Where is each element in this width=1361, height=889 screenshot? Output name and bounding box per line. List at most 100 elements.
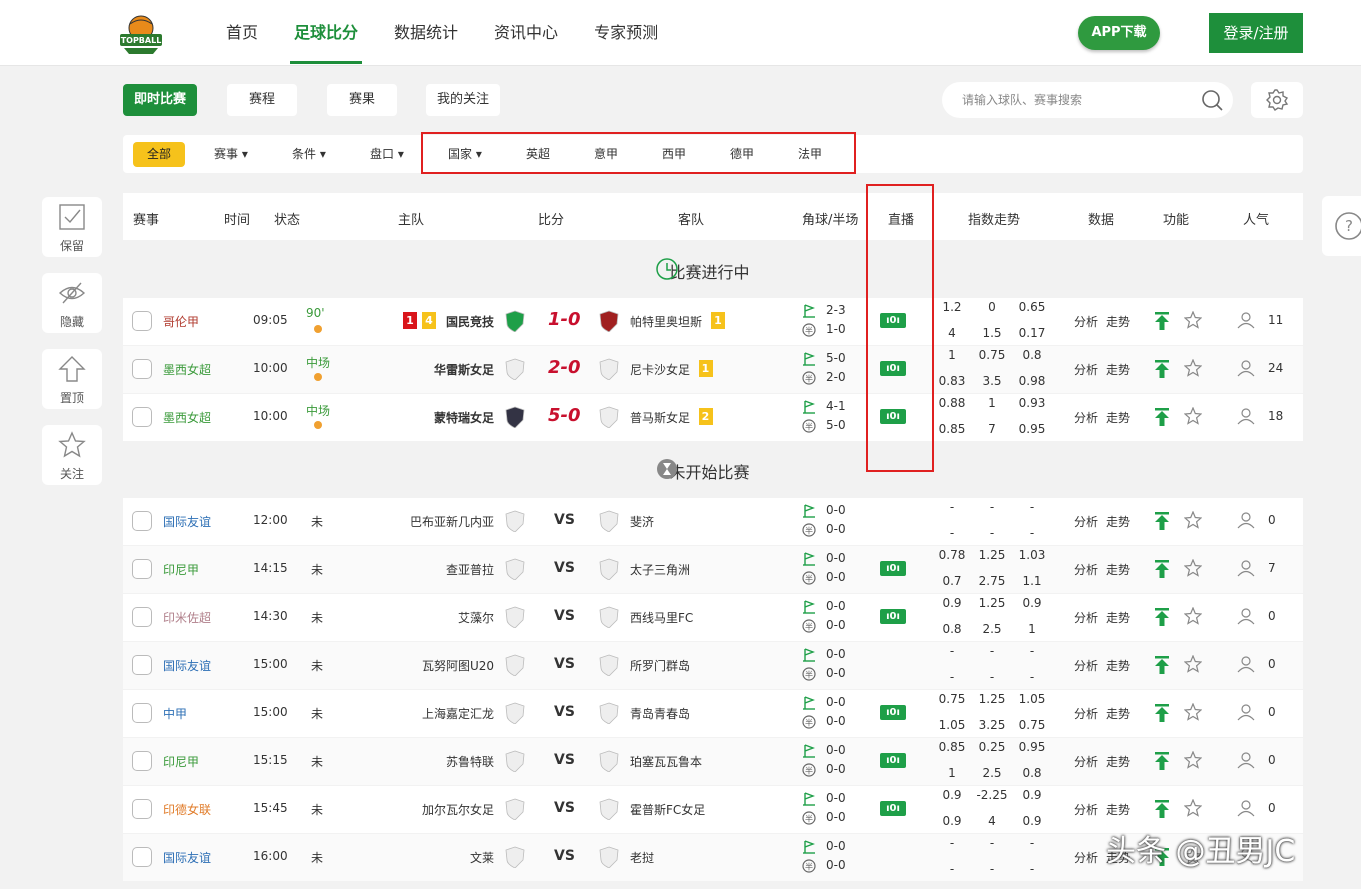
- live-stream-button[interactable]: ı0ı: [880, 609, 906, 624]
- select-checkbox[interactable]: [132, 847, 152, 867]
- select-checkbox[interactable]: [132, 655, 152, 675]
- nav-item-1[interactable]: 足球比分: [290, 0, 363, 66]
- home-team-name[interactable]: 瓦努阿图U20: [422, 657, 494, 674]
- away-team-name[interactable]: 青岛青春岛: [630, 705, 690, 722]
- analysis-link[interactable]: 分析: [1074, 609, 1098, 626]
- league-name[interactable]: 国际友谊: [163, 849, 211, 866]
- sidebar-star[interactable]: 关注: [42, 425, 102, 485]
- analysis-link[interactable]: 分析: [1074, 561, 1098, 578]
- match-score[interactable]: 2-0: [548, 357, 581, 378]
- away-team-name[interactable]: 老挝: [630, 849, 654, 866]
- filter-all[interactable]: 全部: [133, 142, 185, 167]
- sidebar-arrow-up[interactable]: 置顶: [42, 349, 102, 409]
- league-name[interactable]: 国际友谊: [163, 513, 211, 530]
- home-team-name[interactable]: 巴布亚新几内亚: [410, 513, 494, 530]
- topball-logo[interactable]: TOPBALL: [118, 12, 164, 56]
- live-stream-button[interactable]: ı0ı: [880, 801, 906, 816]
- analysis-link[interactable]: 分析: [1074, 801, 1098, 818]
- trend-link[interactable]: 走势: [1106, 705, 1130, 722]
- home-team-name[interactable]: 苏鲁特联: [446, 753, 494, 770]
- match-score[interactable]: 5-0: [548, 405, 581, 426]
- analysis-link[interactable]: 分析: [1074, 657, 1098, 674]
- away-team-name[interactable]: 普马斯女足: [630, 409, 690, 426]
- login-register-button[interactable]: 登录/注册: [1209, 13, 1303, 53]
- analysis-link[interactable]: 分析: [1074, 513, 1098, 530]
- filter-item-1[interactable]: 条件 ▾: [292, 145, 326, 163]
- trend-link[interactable]: 走势: [1106, 801, 1130, 818]
- home-team-name[interactable]: 华雷斯女足: [434, 361, 494, 378]
- home-team-name[interactable]: 艾藻尔: [458, 609, 494, 626]
- league-name[interactable]: 哥伦甲: [163, 313, 199, 330]
- select-checkbox[interactable]: [132, 311, 152, 331]
- filter-item-8[interactable]: 法甲: [798, 145, 822, 163]
- trend-link[interactable]: 走势: [1106, 313, 1130, 330]
- select-checkbox[interactable]: [132, 359, 152, 379]
- sidebar-check[interactable]: 保留: [42, 197, 102, 257]
- select-checkbox[interactable]: [132, 703, 152, 723]
- select-checkbox[interactable]: [132, 751, 152, 771]
- help-button[interactable]: ?: [1322, 196, 1361, 256]
- tab-3[interactable]: 我的关注: [426, 84, 500, 116]
- app-download-button[interactable]: APP下载: [1078, 16, 1160, 50]
- search-input[interactable]: [962, 91, 1182, 109]
- away-team-name[interactable]: 西线马里FC: [630, 609, 693, 626]
- trend-link[interactable]: 走势: [1106, 609, 1130, 626]
- home-team-name[interactable]: 蒙特瑞女足: [434, 409, 494, 426]
- away-team-name[interactable]: 太子三角洲: [630, 561, 690, 578]
- settings-button[interactable]: [1251, 82, 1303, 118]
- away-team-name[interactable]: 所罗门群岛: [630, 657, 690, 674]
- nav-item-4[interactable]: 专家预测: [594, 0, 658, 66]
- sidebar-eye-off[interactable]: 隐藏: [42, 273, 102, 333]
- nav-item-0[interactable]: 首页: [226, 0, 258, 66]
- trend-link[interactable]: 走势: [1106, 753, 1130, 770]
- home-team-name[interactable]: 查亚普拉: [446, 561, 494, 578]
- league-name[interactable]: 墨西女超: [163, 361, 211, 378]
- analysis-link[interactable]: 分析: [1074, 705, 1098, 722]
- trend-link[interactable]: 走势: [1106, 561, 1130, 578]
- select-checkbox[interactable]: [132, 407, 152, 427]
- analysis-link[interactable]: 分析: [1074, 361, 1098, 378]
- filter-item-6[interactable]: 西甲: [662, 145, 686, 163]
- tab-0[interactable]: 即时比赛: [123, 84, 197, 116]
- filter-item-2[interactable]: 盘口 ▾: [370, 145, 404, 163]
- nav-item-3[interactable]: 资讯中心: [494, 0, 558, 66]
- live-stream-button[interactable]: ı0ı: [880, 561, 906, 576]
- home-team-name[interactable]: 加尔瓦尔女足: [422, 801, 494, 818]
- trend-link[interactable]: 走势: [1106, 657, 1130, 674]
- select-checkbox[interactable]: [132, 607, 152, 627]
- trend-link[interactable]: 走势: [1106, 361, 1130, 378]
- league-name[interactable]: 印德女联: [163, 801, 211, 818]
- away-team-name[interactable]: 珀塞瓦瓦鲁本: [630, 753, 702, 770]
- match-score[interactable]: 1-0: [548, 309, 581, 330]
- league-name[interactable]: 印尼甲: [163, 561, 199, 578]
- away-team-name[interactable]: 尼卡沙女足: [630, 361, 690, 378]
- nav-item-2[interactable]: 数据统计: [394, 0, 458, 66]
- home-team-name[interactable]: 国民竞技: [446, 313, 494, 330]
- live-stream-button[interactable]: ı0ı: [880, 705, 906, 720]
- league-name[interactable]: 中甲: [163, 705, 187, 722]
- analysis-link[interactable]: 分析: [1074, 409, 1098, 426]
- league-name[interactable]: 国际友谊: [163, 657, 211, 674]
- home-team-name[interactable]: 文莱: [470, 849, 494, 866]
- league-name[interactable]: 墨西女超: [163, 409, 211, 426]
- tab-2[interactable]: 赛果: [327, 84, 397, 116]
- filter-item-5[interactable]: 意甲: [594, 145, 618, 163]
- analysis-link[interactable]: 分析: [1074, 753, 1098, 770]
- league-name[interactable]: 印尼甲: [163, 753, 199, 770]
- filter-item-0[interactable]: 赛事 ▾: [214, 145, 248, 163]
- search-icon[interactable]: [1201, 89, 1223, 111]
- trend-link[interactable]: 走势: [1106, 409, 1130, 426]
- home-team-name[interactable]: 上海嘉定汇龙: [422, 705, 494, 722]
- filter-item-4[interactable]: 英超: [526, 145, 550, 163]
- analysis-link[interactable]: 分析: [1074, 849, 1098, 866]
- away-team-name[interactable]: 帕特里奥坦斯: [630, 313, 702, 330]
- analysis-link[interactable]: 分析: [1074, 313, 1098, 330]
- away-team-name[interactable]: 斐济: [630, 513, 654, 530]
- select-checkbox[interactable]: [132, 799, 152, 819]
- filter-item-3[interactable]: 国家 ▾: [448, 145, 482, 163]
- filter-item-7[interactable]: 德甲: [730, 145, 754, 163]
- tab-1[interactable]: 赛程: [227, 84, 297, 116]
- away-team-name[interactable]: 霍普斯FC女足: [630, 801, 705, 818]
- select-checkbox[interactable]: [132, 559, 152, 579]
- league-name[interactable]: 印米佐超: [163, 609, 211, 626]
